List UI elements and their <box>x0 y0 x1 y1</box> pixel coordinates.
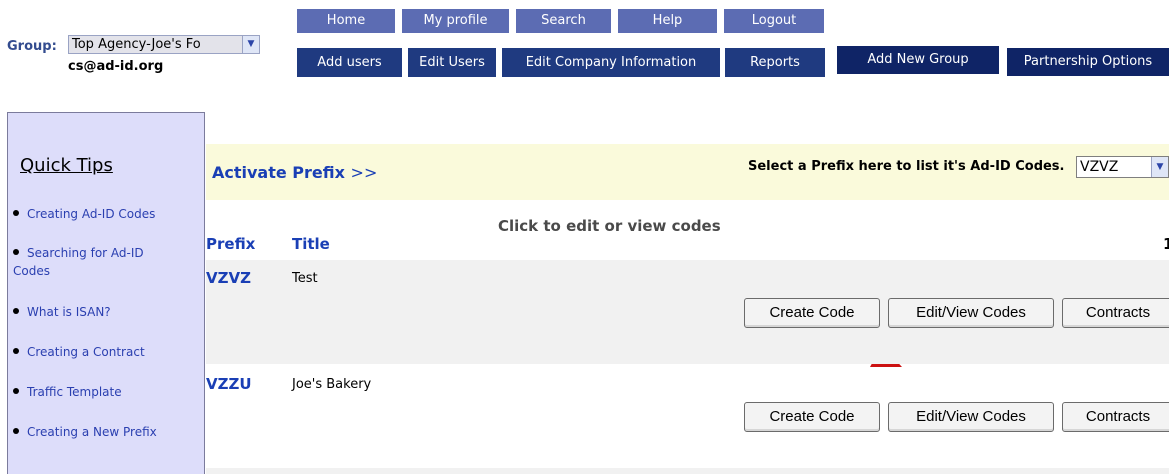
nav-edit-users[interactable]: Edit Users <box>408 48 496 77</box>
tip-creating-ad-id-codes[interactable]: Creating Ad-ID Codes <box>13 205 155 223</box>
activate-prefix-link[interactable]: Activate Prefix >> <box>212 163 377 182</box>
nav-home[interactable]: Home <box>297 9 395 33</box>
prefix-title: Test <box>292 271 318 286</box>
nav-edit-company-information[interactable]: Edit Company Information <box>502 48 720 77</box>
tip-label: Creating Ad-ID Codes <box>27 207 156 221</box>
contracts-button[interactable]: Contracts <box>1062 298 1169 328</box>
activate-prefix-bar: Activate Prefix >> Select a Prefix here … <box>206 144 1169 200</box>
chevron-down-icon[interactable]: ▼ <box>242 36 259 53</box>
contracts-button[interactable]: Contracts <box>1062 402 1169 432</box>
nav-logout[interactable]: Logout <box>724 9 824 33</box>
prefix-row: VZZU Joe's Bakery Create Code Edit/View … <box>206 364 1169 468</box>
edit-view-codes-button[interactable]: Edit/View Codes <box>888 298 1054 328</box>
chevron-down-icon[interactable]: ▼ <box>1151 157 1168 177</box>
bullet-icon <box>13 348 19 354</box>
nav-help[interactable]: Help <box>618 9 717 33</box>
group-select[interactable]: Top Agency-Joe's Fo ▼ <box>68 35 260 54</box>
bullet-icon <box>13 428 19 434</box>
page-count: 1 <box>1163 235 1169 253</box>
prefix-code[interactable]: VZVZ <box>206 269 251 287</box>
tip-label: Creating a New Prefix <box>27 425 157 439</box>
prefix-code[interactable]: VZZU <box>206 375 252 393</box>
column-header-prefix: Prefix <box>206 235 256 253</box>
edit-view-codes-button[interactable]: Edit/View Codes <box>888 402 1054 432</box>
group-select-value: Top Agency-Joe's Fo <box>72 37 201 52</box>
nav-my-profile[interactable]: My profile <box>402 9 509 33</box>
group-label: Group: <box>7 39 57 54</box>
nav-add-users[interactable]: Add users <box>297 48 402 77</box>
add-new-group-button[interactable]: Add New Group <box>837 46 999 74</box>
create-code-button[interactable]: Create Code <box>744 298 880 328</box>
partnership-options-button[interactable]: Partnership Options <box>1007 48 1169 76</box>
create-code-button[interactable]: Create Code <box>744 402 880 432</box>
tip-label: Creating a Contract <box>27 345 145 359</box>
activate-prefix-label: Activate Prefix <box>212 163 345 182</box>
sidebar-title: Quick Tips <box>20 155 113 176</box>
nav-reports[interactable]: Reports <box>725 48 825 77</box>
nav-search[interactable]: Search <box>516 9 611 33</box>
tip-label: Traffic Template <box>27 385 122 399</box>
quick-tips-sidebar: Quick Tips Creating Ad-ID Codes Searchin… <box>7 112 205 474</box>
tip-traffic-template[interactable]: Traffic Template <box>13 383 122 401</box>
prefix-select-label: Select a Prefix here to list it's Ad-ID … <box>748 159 1065 174</box>
tip-label: What is ISAN? <box>27 305 111 319</box>
activate-prefix-arrow: >> <box>350 163 378 182</box>
prefix-select-value: VZVZ <box>1080 159 1119 175</box>
tip-searching-for-ad-id-codes[interactable]: Searching for Ad-ID Codes <box>13 244 183 280</box>
prefix-title: Joe's Bakery <box>292 377 372 392</box>
tip-creating-a-new-prefix[interactable]: Creating a New Prefix <box>13 423 157 441</box>
user-email: cs@ad-id.org <box>68 59 164 74</box>
annotation-text: Click to edit or view codes <box>498 217 721 235</box>
bullet-icon <box>13 249 19 255</box>
next-row-edge <box>206 468 1169 474</box>
bullet-icon <box>13 308 19 314</box>
bullet-icon <box>13 388 19 394</box>
tip-what-is-isan[interactable]: What is ISAN? <box>13 303 111 321</box>
tip-label: Searching for Ad-ID Codes <box>13 246 144 278</box>
tip-creating-a-contract[interactable]: Creating a Contract <box>13 343 145 361</box>
bullet-icon <box>13 210 19 216</box>
prefix-select[interactable]: VZVZ ▼ <box>1076 156 1169 178</box>
column-header-title: Title <box>292 235 330 253</box>
prefix-row: VZVZ Test Create Code Edit/View Codes Co… <box>206 260 1169 364</box>
